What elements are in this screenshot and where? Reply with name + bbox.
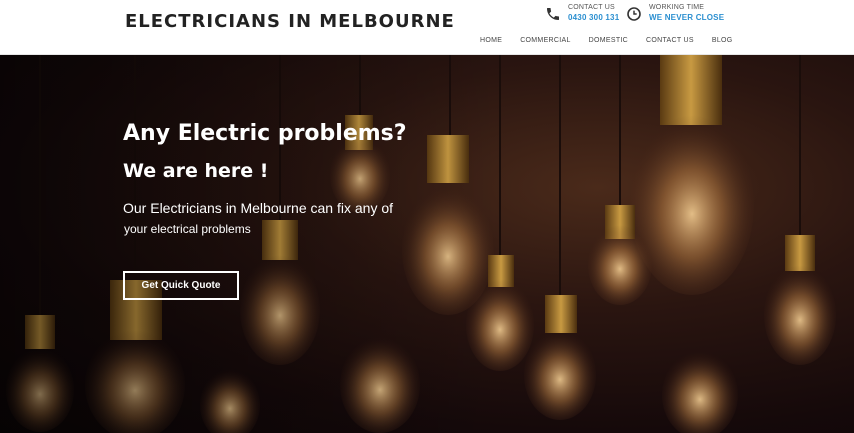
clock-icon [627, 7, 641, 21]
nav-home[interactable]: HOME [480, 37, 502, 44]
nav-blog[interactable]: BLOG [712, 37, 733, 44]
main-nav: HOME COMMERCIAL DOMESTIC CONTACT US BLOG [480, 37, 751, 44]
nav-contact-us[interactable]: CONTACT US [646, 37, 694, 44]
working-time-info: WORKING TIME WE NEVER CLOSE [626, 3, 724, 23]
working-time-label: WORKING TIME [649, 4, 705, 11]
hero-text-line1: Our Electricians in Melbourne can fix an… [123, 200, 394, 216]
contact-label: CONTACT US [568, 4, 615, 11]
working-time-value: WE NEVER CLOSE [649, 13, 725, 22]
phone-icon [547, 8, 559, 20]
hero-headline: Any Electric problems? [123, 121, 407, 146]
nav-domestic[interactable]: DOMESTIC [589, 37, 628, 44]
site-header: ELECTRICIANS IN MELBOURNE CONTACT US 043… [0, 0, 854, 55]
phone-number[interactable]: 0430 300 131 [568, 12, 619, 23]
nav-commercial[interactable]: COMMERCIAL [520, 37, 570, 44]
hero-subheadline: We are here ! [123, 160, 269, 182]
hero-overlay [0, 55, 500, 433]
get-quick-quote-button[interactable]: Get Quick Quote [123, 271, 239, 300]
hero-text-line2: your electrical problems [124, 222, 251, 236]
site-logo[interactable]: ELECTRICIANS IN MELBOURNE [125, 11, 455, 32]
hero-banner: Any Electric problems? We are here ! Our… [0, 55, 854, 433]
contact-info[interactable]: CONTACT US 0430 300 131 [545, 3, 619, 23]
